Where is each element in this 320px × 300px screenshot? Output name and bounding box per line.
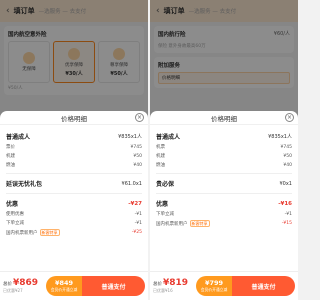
member-pay-button[interactable]: ¥849 会员价开通立减 [46, 276, 82, 296]
total-label: 总价 [3, 282, 12, 287]
discount-total: -¥16 [278, 200, 292, 207]
price-line: 燃油 ¥40 [6, 162, 142, 169]
price-detail-modal: 价格明细 × 普通成人 ¥835x1人 票价 ¥745 机建 ¥50 燃油 ¥40 延… [0, 111, 148, 271]
passenger-type: 普通成人 [6, 134, 31, 141]
discount-summary: 已优惠¥16 [153, 288, 173, 293]
discount-line: 下单立减 -¥1 [6, 220, 142, 227]
passenger-price: ¥835x1人 [268, 134, 292, 140]
total-price-block[interactable]: 总价 ¥819 已优惠¥16 [153, 278, 193, 294]
close-icon[interactable]: × [135, 113, 144, 122]
modal-title: 价格明细 [61, 114, 87, 123]
price-line: 燃油 ¥40 [156, 162, 292, 169]
price-line: 机票 ¥745 [156, 144, 292, 151]
price-detail-modal: 价格明细 × 普通成人 ¥835x1人 机票 ¥745 机建 ¥50 燃油 ¥40 贵… [150, 111, 298, 271]
discount-summary: 已优惠¥27 [3, 288, 23, 293]
bottom-bar: 总价 ¥819 已优惠¥16 ¥799 会员价开通立减 普通支付 [150, 271, 298, 300]
member-pay-button[interactable]: ¥799 会员价开通立减 [196, 276, 232, 296]
bottom-bar: 总价 ¥869 已优惠¥27 ¥849 会员价开通立减 普通支付 [0, 271, 148, 300]
discount-line: 下单立减 -¥1 [156, 211, 292, 218]
discount-line: 国内机票新用户 新客特享 -¥25 [6, 229, 142, 236]
extra-service-name: 贵必保 [156, 181, 175, 188]
normal-pay-button[interactable]: 普通支付 [232, 276, 295, 296]
total-label: 总价 [153, 282, 162, 287]
total-price: ¥869 [13, 278, 39, 288]
discount-line: 使用优惠 -¥1 [6, 211, 142, 218]
discount-line: 国内机票新用户 新客特享 -¥15 [156, 220, 292, 227]
total-price: ¥819 [163, 278, 189, 288]
extra-service-name: 延误无忧礼包 [6, 181, 43, 188]
right-panel: ‹ 填订单 —选服务 — 去支付 国内航行险 ¥60/人 保险 意外身故最高60… [150, 0, 298, 300]
extra-service-price: ¥61.0x1 [121, 180, 142, 187]
close-icon[interactable]: × [285, 113, 294, 122]
discount-title: 优惠 [156, 201, 169, 208]
modal-title: 价格明细 [211, 114, 237, 123]
total-price-block[interactable]: 总价 ¥869 已优惠¥27 [3, 278, 43, 294]
new-user-badge: 新客特享 [39, 229, 60, 236]
extra-service-price: ¥0x1 [279, 180, 292, 187]
price-line: 机建 ¥50 [156, 153, 292, 160]
new-user-badge: 新客特享 [189, 220, 210, 227]
left-panel: ‹ 填订单 —选服务 — 去支付 国内航空意外险 无保障 优享保障 ¥30/人 … [0, 0, 148, 300]
price-line: 票价 ¥745 [6, 144, 142, 151]
passenger-type: 普通成人 [156, 134, 181, 141]
discount-title: 优惠 [6, 201, 19, 208]
discount-total: -¥27 [128, 200, 142, 207]
normal-pay-button[interactable]: 普通支付 [82, 276, 145, 296]
price-line: 机建 ¥50 [6, 153, 142, 160]
passenger-price: ¥835x1人 [118, 134, 142, 140]
